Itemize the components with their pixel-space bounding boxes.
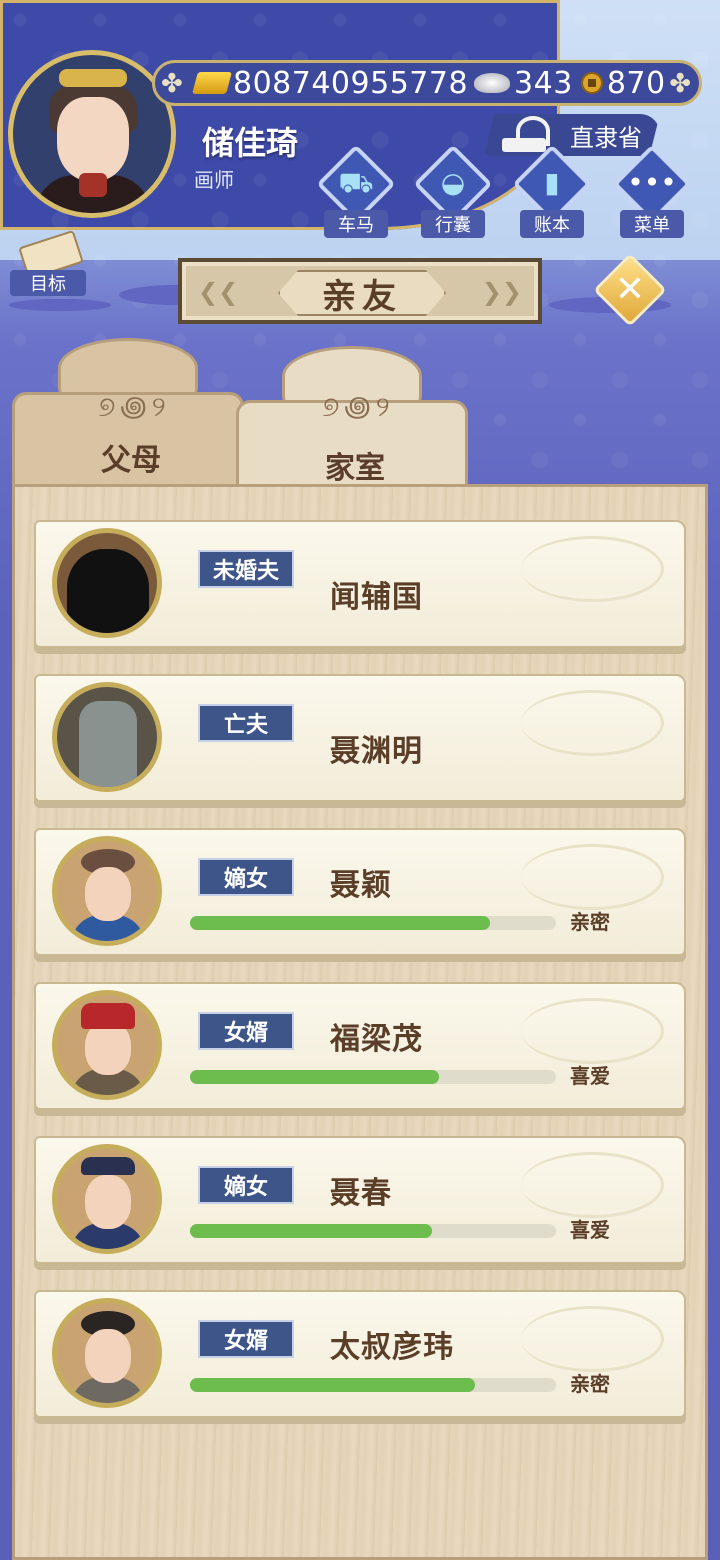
crown-icon: [81, 1157, 135, 1175]
menu-carriage-button[interactable]: ⛟ 车马: [316, 144, 396, 238]
family-member-card[interactable]: 嫡女 聂颖 亲密: [34, 828, 686, 956]
avatar-collar: [79, 173, 107, 197]
silhouette-icon: [67, 549, 149, 633]
avatar-face: [85, 1021, 131, 1075]
member-name: 聂春: [330, 1176, 392, 1211]
gold-amount: 808740955778: [233, 65, 469, 101]
affinity-label: 亲密: [570, 1372, 610, 1396]
swirl-ornament: ୭ ꩜ ୨: [322, 390, 389, 423]
avatar-face: [57, 97, 129, 181]
cloud-ornament: [521, 690, 664, 756]
coin-amount: 870: [606, 65, 666, 101]
cloud-ornament: [521, 844, 664, 910]
avatar-face: [85, 1329, 131, 1383]
affinity-label: 亲密: [570, 910, 610, 934]
province-label: 直隶省: [570, 123, 642, 152]
family-member-card[interactable]: 嫡女 聂春 喜爱: [34, 1136, 686, 1264]
carriage-icon: ⛟: [338, 166, 374, 199]
chevron-right-ornament: ❯❯: [481, 278, 522, 306]
member-name: 太叔彦玮: [330, 1330, 454, 1365]
player-title: 画师: [194, 168, 234, 192]
member-avatar: [52, 682, 162, 792]
family-member-card[interactable]: 未婚夫 闻辅国: [34, 520, 686, 648]
gold-ingot-icon: [192, 72, 232, 94]
member-name: 聂渊明: [330, 734, 423, 769]
affinity-bar: [190, 1378, 556, 1392]
cloud-ornament: [521, 1306, 664, 1372]
relation-tag: 女婿: [198, 1012, 294, 1050]
affinity-bar-fill: [190, 916, 491, 930]
currency-bar: ✤ 808740955778 343 870 ✤: [152, 60, 702, 106]
menu-label: 账本: [520, 210, 584, 238]
goal-label: 目标: [10, 270, 86, 296]
member-avatar: [52, 836, 162, 946]
menu-more-button[interactable]: ••• 菜单: [612, 144, 692, 238]
bamboo-icon: ✤: [669, 69, 691, 99]
family-member-card[interactable]: 女婿 太叔彦玮 亲密: [34, 1290, 686, 1418]
tab-parents[interactable]: ୭ ꩜ ୨ 父母: [12, 390, 244, 498]
family-member-card[interactable]: 亡夫 聂渊明: [34, 674, 686, 802]
affinity-bar-fill: [190, 1378, 476, 1392]
affinity-bar-fill: [190, 1224, 432, 1238]
menu-label: 菜单: [620, 210, 684, 238]
affinity-bar: [190, 1070, 556, 1084]
affinity-label: 喜爱: [570, 1218, 610, 1242]
menu-label: 车马: [324, 210, 388, 238]
menu-ledger-button[interactable]: ▮ 账本: [512, 144, 592, 238]
relation-tag: 亡夫: [198, 704, 294, 742]
copper-coin-icon: [580, 72, 603, 94]
official-hat-icon: [81, 1003, 135, 1029]
cloud-ornament: [521, 536, 664, 602]
affinity-bar: [190, 1224, 556, 1238]
player-name: 储佳琦: [202, 124, 299, 162]
member-avatar: [52, 528, 162, 638]
tombstone-icon: [79, 701, 137, 787]
member-avatar: [52, 990, 162, 1100]
menu-bag-button[interactable]: ◒ 行囊: [413, 144, 493, 238]
title-inner: 亲友: [278, 270, 446, 316]
silver-amount: 343: [514, 65, 573, 101]
silver-ingot-icon: [474, 73, 511, 93]
member-name: 福梁茂: [330, 1022, 423, 1057]
chevron-left-ornament: ❮❮: [198, 278, 239, 306]
member-avatar: [52, 1144, 162, 1254]
avatar-crown: [59, 69, 127, 87]
relation-tag: 女婿: [198, 1320, 294, 1358]
tab-label: 父母: [101, 443, 161, 478]
tab-family[interactable]: ୭ ꩜ ୨ 家室: [236, 390, 468, 496]
cloud-ornament: [521, 998, 664, 1064]
member-avatar: [52, 1298, 162, 1408]
page-title: 亲友: [322, 276, 402, 317]
relation-tag: 嫡女: [198, 1166, 294, 1204]
relation-tag: 未婚夫: [198, 550, 294, 588]
more-icon: •••: [627, 166, 677, 199]
seal-icon: [498, 112, 550, 156]
family-member-card[interactable]: 女婿 福梁茂 喜爱: [34, 982, 686, 1110]
ledger-icon: ▮: [544, 166, 560, 199]
affinity-bar: [190, 916, 556, 930]
bag-icon: ◒: [440, 166, 466, 199]
member-name: 闻辅国: [330, 580, 423, 615]
menu-label: 行囊: [421, 210, 485, 238]
swirl-ornament: ୭ ꩜ ୨: [98, 390, 165, 423]
title-plaque: ❮❮ 亲友 ❯❯: [178, 258, 542, 324]
cloud-ornament: [521, 1152, 664, 1218]
affinity-label: 喜爱: [570, 1064, 610, 1088]
tab-label: 家室: [325, 451, 385, 486]
relation-tag: 嫡女: [198, 858, 294, 896]
close-icon: ✕: [614, 269, 646, 310]
affinity-bar-fill: [190, 1070, 439, 1084]
member-name: 聂颖: [330, 868, 392, 903]
player-avatar[interactable]: [8, 50, 176, 218]
goal-button[interactable]: 目标: [10, 229, 86, 296]
avatar-face: [85, 867, 131, 921]
bamboo-icon: ✤: [161, 69, 183, 99]
avatar-face: [85, 1175, 131, 1229]
